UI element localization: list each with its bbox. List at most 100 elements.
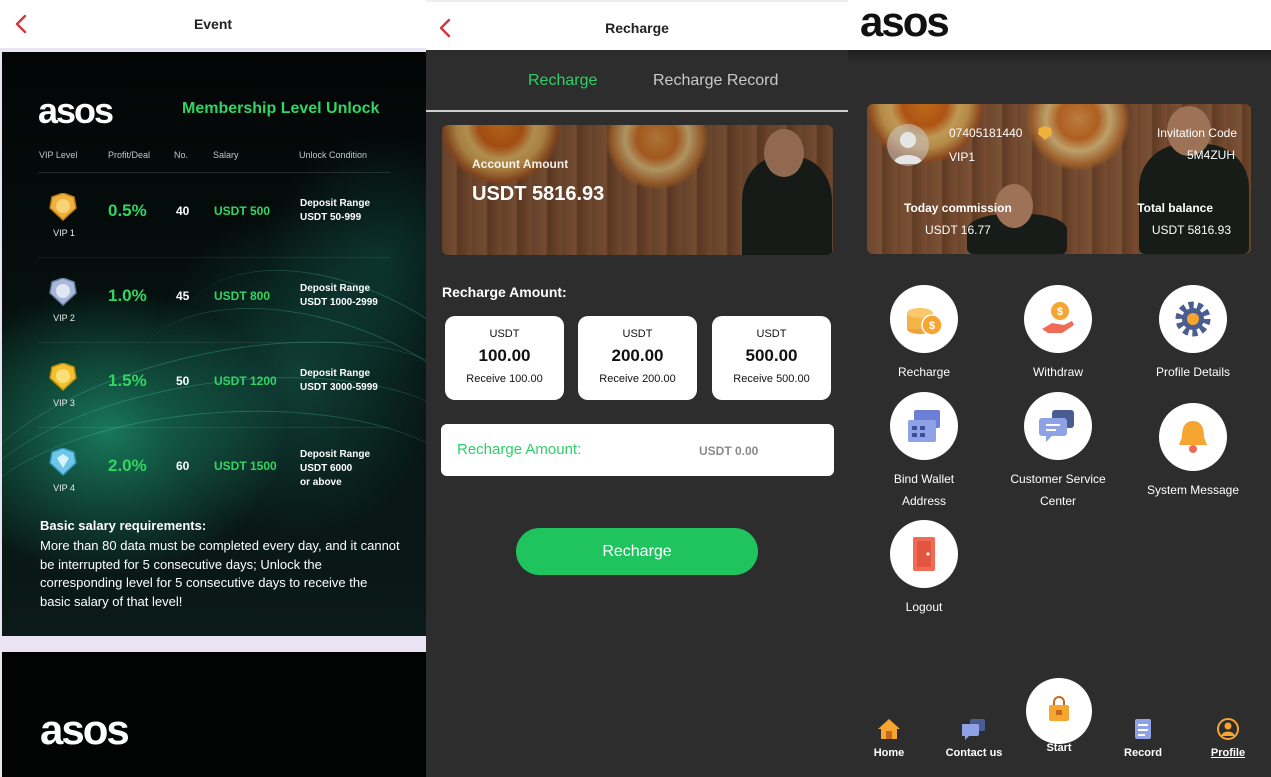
user-vip-level: VIP1 [949,150,976,164]
col-no: No. [174,150,189,160]
profile-header: asos [848,0,1271,50]
invitation-code-label: Invitation Code [1156,126,1237,140]
total-balance-label: Total balance [1137,201,1213,215]
event-header: Event [0,0,426,48]
deal-count: 40 [176,204,190,218]
contact-chat-icon [961,719,985,740]
salary-value: USDT 1500 [214,459,277,473]
requirements-title: Basic salary requirements: [40,518,207,533]
recharge-panel: Recharge Recharge Recharge Record Accoun… [426,0,848,777]
menu-profile-details[interactable]: Profile Details [1126,285,1260,383]
cond-line-2: USDT 1000-2999 [300,297,378,308]
option-value: 200.00 [611,346,664,365]
cond-line-1: Deposit Range [300,283,371,294]
membership-headline: Membership Level Unlock [182,100,380,117]
salary-value: USDT 500 [214,204,271,218]
tier-row: VIP 3 1.5% 50 USDT 1200 Deposit Range US… [38,343,390,428]
menu-logout[interactable]: Logout [857,520,991,618]
today-commission-value: USDT 16.77 [925,223,991,237]
col-profit: Profit/Deal [108,150,151,160]
amount-option-200[interactable]: USDT 200.00 Receive 200.00 [578,316,697,400]
menu-recharge[interactable]: $ Recharge [857,285,991,383]
unlock-condition: Deposit Range USDT 1000-2999 [300,282,396,310]
account-banner: Account Amount USDT 5816.93 [442,125,833,255]
nav-profile[interactable]: Profile [1193,718,1263,759]
avatar[interactable] [887,124,929,166]
user-phone: 07405181440 [949,126,1023,140]
event-panel: Event asos Membership Level Unlock VIP L… [0,0,426,777]
amount-option-100[interactable]: USDT 100.00 Receive 100.00 [445,316,564,400]
salary-value: USDT 1200 [214,374,277,388]
cond-line-2: USDT 3000-5999 [300,382,378,393]
tab-divider [426,110,848,112]
cond-line-1: Deposit Range [300,449,371,460]
nav-home[interactable]: Home [854,718,924,759]
tier-row: VIP 4 2.0% 60 USDT 1500 Deposit Range US… [38,428,390,513]
menu-label: Recharge [897,365,951,379]
option-value: 100.00 [478,346,531,365]
salary-value: USDT 800 [214,289,271,303]
bell-icon [1179,421,1207,453]
menu-system-message[interactable]: System Message [1126,403,1260,501]
logout-door-icon [913,537,935,571]
cond-line-2: USDT 6000 [300,463,353,474]
menu-bind-wallet[interactable]: Bind Wallet Address [857,392,991,512]
cond-line-3: or above [300,477,342,488]
nav-start[interactable]: Start [1024,740,1094,754]
nav-label: Home [873,747,905,759]
gold-medal-icon [49,193,77,221]
vip-label: VIP 1 [53,228,75,238]
menu-label: Profile Details [1155,365,1231,379]
tier-row: VIP 2 1.0% 45 USDT 800 Deposit Range USD… [38,258,390,343]
requirements-text: More than 80 data must be completed ever… [40,538,400,609]
asos-logo: asos [40,706,130,753]
nav-record[interactable]: Record [1108,718,1178,759]
coins-icon: $ [907,308,943,336]
cond-line-2: USDT 50-999 [300,212,362,223]
unlock-condition: Deposit Range USDT 50-999 [300,197,396,225]
page-title: Recharge [605,20,669,36]
menu-withdraw[interactable]: $ Withdraw [991,285,1125,383]
chat-bubbles-icon [1039,410,1074,442]
tab-recharge-record[interactable]: Recharge Record [653,72,778,90]
nav-label: Record [1124,747,1162,759]
gear-icon [1175,301,1211,337]
invitation-code-value: 5M4ZUH [1186,148,1235,162]
tier-row: VIP 1 0.5% 40 USDT 500 Deposit Range USD… [38,173,390,258]
profile-user-icon [1217,718,1239,740]
col-salary: Salary [213,150,239,160]
shopping-bag-icon [1049,696,1069,721]
profit-value: 2.0% [108,456,147,475]
vip-label: VIP 4 [53,483,75,493]
account-amount-label: Account Amount [472,157,569,171]
col-vip-level: VIP Level [39,150,78,160]
profit-value: 0.5% [108,201,147,220]
unlock-condition: Deposit Range USDT 6000 or above [300,448,396,490]
option-currency: USDT [756,328,787,340]
option-currency: USDT [622,328,653,340]
nav-start-button[interactable] [1026,678,1092,744]
profile-panel: asos 07405181440 VIP1 Invitation Code 5M… [848,0,1271,777]
menu-label: Bind Wallet Address [893,472,955,508]
input-label: Recharge Amount: [457,441,582,458]
svg-text:$: $ [1057,306,1063,318]
asos-logo: asos [860,0,950,45]
cond-line-1: Deposit Range [300,198,371,209]
amount-option-500[interactable]: USDT 500.00 Receive 500.00 [712,316,831,400]
recharge-amount-input[interactable]: Recharge Amount: USDT 0.00 [441,424,834,476]
menu-label: Logout [905,600,943,614]
tab-recharge[interactable]: Recharge [528,72,597,90]
recharge-header: Recharge [426,0,848,50]
option-value: 500.00 [745,346,798,365]
record-doc-icon [1135,719,1151,739]
col-unlock-condition: Unlock Condition [299,150,368,160]
input-value[interactable]: USDT 0.00 [699,444,758,458]
nav-label: Start [1046,742,1072,754]
nav-label: Contact us [945,747,1003,759]
menu-customer-service[interactable]: Customer Service Center [991,392,1125,512]
option-receive: Receive 100.00 [466,373,543,385]
nav-contact-us[interactable]: Contact us [939,718,1009,759]
profit-value: 1.5% [108,371,147,390]
recharge-button[interactable]: Recharge [516,528,758,575]
page-title: Event [193,16,233,32]
